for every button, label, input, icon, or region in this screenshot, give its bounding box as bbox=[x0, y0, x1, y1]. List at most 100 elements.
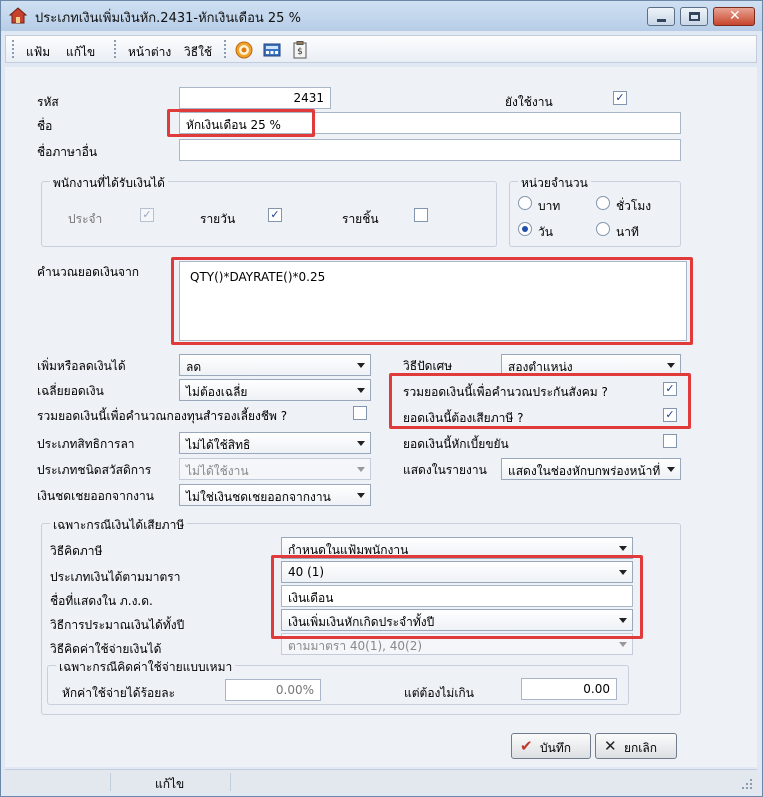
toolbar-grip[interactable] bbox=[224, 40, 228, 58]
minimize-button[interactable] bbox=[647, 7, 675, 26]
target-icon[interactable] bbox=[234, 40, 254, 60]
unit-baht-radio[interactable] bbox=[518, 196, 532, 210]
tax-method-dropdown[interactable]: กำหนดในแฟ้มพนักงาน bbox=[281, 537, 633, 559]
menu-file[interactable]: แฟ้ม bbox=[26, 43, 50, 62]
unit-minute-label: นาที bbox=[616, 225, 639, 239]
cancel-button[interactable]: ✕ ยกเลิก bbox=[595, 733, 677, 759]
leave-value: ไม่ได้ใช้สิทธิ bbox=[186, 438, 251, 452]
taxable-label: ยอดเงินนี้ต้องเสียภาษี ? bbox=[403, 411, 524, 425]
chevron-down-icon bbox=[357, 363, 365, 368]
rounding-label: วิธีปัดเศษ bbox=[403, 359, 453, 373]
leave-label: ประเภทสิทธิการลา bbox=[37, 437, 135, 451]
severance-label: เงินชดเชยออกจากงาน bbox=[37, 489, 154, 503]
save-button-label: บันทึก bbox=[540, 741, 571, 755]
menu-edit[interactable]: แก้ไข bbox=[66, 43, 95, 62]
svg-text:$: $ bbox=[297, 47, 303, 57]
unit-day-radio[interactable] bbox=[518, 222, 532, 236]
minimize-icon bbox=[657, 19, 666, 22]
unit-hour-label: ชั่วโมง bbox=[616, 199, 652, 213]
close-icon: ✕ bbox=[729, 8, 741, 24]
addsub-value: ลด bbox=[186, 360, 202, 374]
monthly-label: ประจำ bbox=[68, 212, 103, 226]
active-label: ยังใช้งาน bbox=[505, 95, 553, 109]
severance-dropdown[interactable]: ไม่ใช่เงินชดเชยออกจากงาน bbox=[179, 484, 371, 506]
employee-type-group-title: พนักงานที่ได้รับเงินได้ bbox=[50, 174, 168, 193]
chevron-down-icon bbox=[357, 388, 365, 393]
maximize-button[interactable] bbox=[680, 7, 708, 26]
social-checkbox[interactable]: ✓ bbox=[663, 382, 677, 396]
pnd-name-label: ชื่อที่แสดงใน ภ.ง.ด. bbox=[50, 594, 153, 608]
tax-section-dropdown[interactable]: 40 (1) bbox=[281, 561, 633, 583]
close-button[interactable]: ✕ bbox=[713, 7, 755, 26]
title-bar: ประเภทเงินเพิ่มเงินหัก.2431-หักเงินเดือน… bbox=[1, 1, 762, 31]
flat-max-field[interactable]: 0.00 bbox=[521, 678, 617, 700]
tax-method-label: วิธีคิดภาษี bbox=[50, 544, 103, 558]
unit-baht-label: บาท bbox=[538, 199, 561, 213]
menu-help[interactable]: วิธีใช้ bbox=[184, 43, 212, 62]
piece-label: รายชิ้น bbox=[342, 212, 379, 226]
social-label: รวมยอดเงินนี้เพื่อคำนวณประกันสังคม ? bbox=[403, 385, 608, 399]
chevron-down-icon bbox=[619, 570, 627, 575]
avg-label: เฉลี่ยยอดเงิน bbox=[37, 384, 104, 398]
daily-label: รายวัน bbox=[200, 212, 236, 226]
addsub-dropdown[interactable]: ลด bbox=[179, 354, 371, 376]
alt-name-field[interactable] bbox=[179, 139, 681, 161]
allowance-checkbox[interactable] bbox=[663, 434, 677, 448]
display-value: แสดงในช่องหักบกพร่องหน้าที่ bbox=[508, 464, 661, 478]
code-field[interactable]: 2431 bbox=[179, 87, 331, 109]
menu-window[interactable]: หน้าต่าง bbox=[128, 43, 171, 62]
estimate-label: วิธีการประมาณเงินได้ทั้งปี bbox=[50, 618, 185, 632]
addsub-label: เพิ่มหรือลดเงินได้ bbox=[37, 359, 126, 373]
tax-group-title: เฉพาะกรณีเงินได้เสียภาษี bbox=[50, 516, 188, 535]
chevron-down-icon bbox=[667, 467, 675, 472]
unit-day-label: วัน bbox=[538, 225, 553, 239]
allowance-label: ยอดเงินนี้หักเบี้ยขยัน bbox=[403, 437, 509, 451]
unit-hour-radio[interactable] bbox=[596, 196, 610, 210]
name-field[interactable]: หักเงินเดือน 25 % bbox=[179, 112, 681, 134]
clipboard-icon[interactable]: $ bbox=[290, 40, 310, 60]
toolbar-grip[interactable] bbox=[12, 40, 16, 58]
tax-section-value: 40 (1) bbox=[288, 565, 325, 579]
welfare-label: ประเภทชนิดสวัสดิการ bbox=[37, 463, 152, 477]
taxable-checkbox[interactable]: ✓ bbox=[663, 408, 677, 422]
calc-formula-field[interactable]: QTY()*DAYRATE()*0.25 bbox=[179, 261, 687, 341]
leave-dropdown[interactable]: ไม่ได้ใช้สิทธิ bbox=[179, 432, 371, 454]
status-cell bbox=[111, 773, 231, 791]
toolbar-grip[interactable] bbox=[114, 40, 118, 58]
display-dropdown[interactable]: แสดงในช่องหักบกพร่องหน้าที่ bbox=[501, 458, 681, 480]
unit-group-title: หน่วยจำนวน bbox=[518, 174, 591, 193]
window-title: ประเภทเงินเพิ่มเงินหัก.2431-หักเงินเดือน… bbox=[35, 11, 301, 26]
rounding-value: สองตำแหน่ง bbox=[508, 360, 573, 374]
employee-type-group: พนักงานที่ได้รับเงินได้ ประจำ ✓ รายวัน ✓… bbox=[41, 174, 497, 247]
form-area: รหัส 2431 ยังใช้งาน ✓ ชื่อ หักเงินเดือน … bbox=[5, 67, 757, 767]
monthly-checkbox: ✓ bbox=[140, 208, 154, 222]
display-label: แสดงในรายงาน bbox=[403, 463, 487, 477]
save-button[interactable]: ✔ บันทึก bbox=[511, 733, 591, 759]
pnd-name-field[interactable]: เงินเดือน bbox=[281, 585, 633, 607]
avg-dropdown[interactable]: ไม่ต้องเฉลี่ย bbox=[179, 379, 371, 401]
tax-section-label: ประเภทเงินได้ตามมาตรา bbox=[50, 570, 181, 584]
menu-toolbar: แฟ้ม แก้ไข หน้าต่าง วิธีใช้ $ bbox=[5, 35, 757, 63]
resize-grip-icon[interactable] bbox=[741, 778, 753, 790]
unit-minute-radio[interactable] bbox=[596, 222, 610, 236]
cancel-button-label: ยกเลิก bbox=[624, 741, 658, 755]
estimate-dropdown[interactable]: เงินเพิ่มเงินหักเกิดประจำทั้งปี bbox=[281, 609, 633, 631]
chevron-down-icon bbox=[667, 363, 675, 368]
calculator-icon[interactable] bbox=[262, 40, 282, 60]
daily-checkbox[interactable]: ✓ bbox=[268, 208, 282, 222]
chevron-down-icon bbox=[619, 618, 627, 623]
unit-group: หน่วยจำนวน บาท ชั่วโมง วัน นาที bbox=[509, 174, 681, 247]
flat-percent-field[interactable]: 0.00% bbox=[225, 679, 321, 701]
dialog-window: ประเภทเงินเพิ่มเงินหัก.2431-หักเงินเดือน… bbox=[0, 0, 763, 797]
calc-label: คำนวณยอดเงินจาก bbox=[37, 265, 140, 279]
rounding-dropdown[interactable]: สองตำแหน่ง bbox=[501, 354, 681, 376]
active-checkbox[interactable]: ✓ bbox=[613, 91, 627, 105]
flat-percent-label: หักค่าใช้จ่ายได้ร้อยละ bbox=[62, 686, 176, 700]
alt-name-label: ชื่อภาษาอื่น bbox=[37, 145, 98, 159]
piece-checkbox[interactable] bbox=[414, 208, 428, 222]
chevron-down-icon bbox=[357, 467, 365, 472]
expense-label: วิธีคิดค่าใช้จ่ายเงินได้ bbox=[50, 642, 162, 656]
chevron-down-icon bbox=[619, 642, 627, 647]
provident-checkbox[interactable] bbox=[353, 406, 367, 420]
chevron-down-icon bbox=[357, 441, 365, 446]
